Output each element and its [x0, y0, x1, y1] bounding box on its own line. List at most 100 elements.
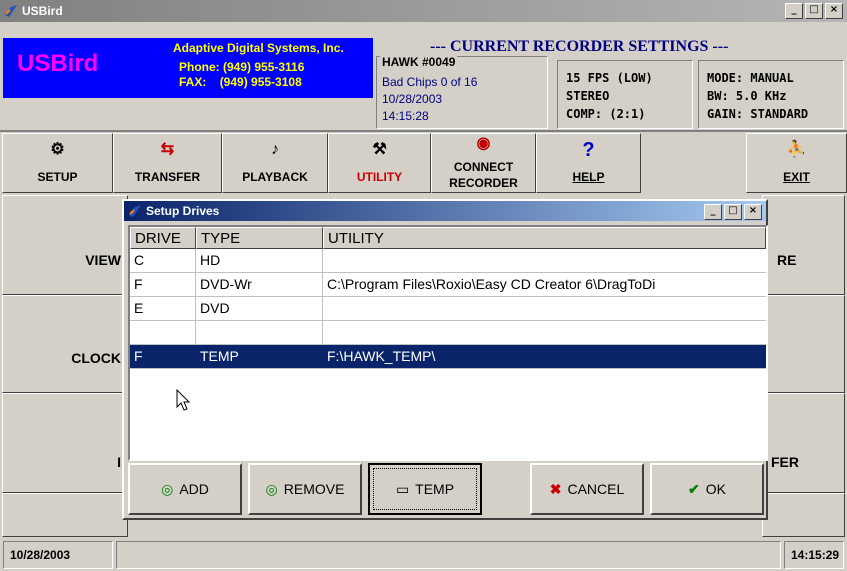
remove-button[interactable]: ◎ REMOVE	[248, 463, 362, 515]
disc-icon: ◎	[161, 480, 174, 497]
utility-button[interactable]: ⚒ UTILITY	[328, 133, 431, 193]
dialog-close-button[interactable]: ×	[744, 204, 762, 220]
right-extra-button[interactable]	[762, 493, 845, 537]
utility-cell	[323, 321, 766, 344]
bw-setting: BW: 5.0 KHz	[707, 89, 787, 103]
dialog-title: Setup Drives	[146, 204, 220, 218]
status-time: 14:15:29	[784, 541, 844, 569]
main-toolbar: ⚙ SETUP ⇆ TRANSFER ♪ PLAYBACK ⚒ UTILITY …	[0, 133, 847, 193]
setup-icon: ⚙	[50, 141, 65, 158]
playback-button[interactable]: ♪ PLAYBACK	[222, 133, 328, 193]
bird-icon	[129, 205, 141, 217]
utility-icon: ⚒	[372, 141, 387, 158]
table-row[interactable]: C HD	[130, 249, 766, 273]
drives-grid[interactable]: DRIVE TYPE UTILITY C HD F DVD-Wr C:\Prog…	[128, 225, 768, 461]
column-header-utility[interactable]: UTILITY	[323, 227, 766, 249]
recorder-info-box: HAWK #0049 Bad Chips 0 of 16 10/28/2003 …	[376, 55, 548, 129]
speaker-icon: ♪	[271, 141, 279, 158]
left-extra-button[interactable]	[2, 493, 128, 537]
right-bottom-label: FER	[771, 454, 799, 470]
exit-label: EXIT	[783, 170, 810, 184]
help-icon: ?	[582, 139, 595, 161]
ok-button[interactable]: ✔ OK	[650, 463, 764, 515]
bird-icon	[5, 5, 17, 17]
type-cell: TEMP	[196, 345, 323, 368]
view-label: VIEW	[85, 252, 121, 268]
table-row[interactable]	[130, 321, 766, 345]
add-button[interactable]: ◎ ADD	[128, 463, 242, 515]
bad-chips: Bad Chips 0 of 16	[382, 75, 478, 89]
gain-setting: GAIN: STANDARD	[707, 107, 809, 121]
phone-number: Phone: (949) 955-3116	[179, 60, 305, 74]
utility-cell: F:\HAWK_TEMP\	[327, 348, 436, 364]
cancel-label: CANCEL	[567, 481, 625, 497]
x-icon: ✖	[549, 480, 562, 497]
fax-number: FAX: (949) 955-3108	[179, 75, 302, 89]
type-cell: DVD-Wr	[196, 273, 323, 296]
drive-icon: ▭	[395, 480, 410, 497]
app-title: USBird	[22, 4, 63, 18]
exit-icon: ⛹	[786, 141, 807, 158]
connect-recorder-button[interactable]: ◉ CONNECT RECORDER	[431, 133, 536, 193]
right-top-label: RE	[777, 252, 797, 268]
drive-cell	[130, 321, 196, 344]
dialog-title-bar: Setup Drives _ □ ×	[124, 201, 766, 221]
dialog-minimize-button[interactable]: _	[704, 204, 722, 220]
app-title-bar: USBird _ □ ×	[0, 0, 847, 22]
temp-label: TEMP	[415, 481, 455, 497]
utility-cell	[323, 297, 766, 320]
setup-label: SETUP	[37, 170, 78, 184]
mouse-cursor-icon	[176, 389, 191, 411]
dialog-maximize-button[interactable]: □	[724, 204, 742, 220]
right-mid-button[interactable]	[762, 295, 845, 393]
settings-title: --- CURRENT RECORDER SETTINGS ---	[430, 38, 729, 55]
utility-cell: C:\Program Files\Roxio\Easy CD Creator 6…	[327, 276, 656, 292]
toolbar-spacer	[641, 133, 746, 193]
drive-cell: E	[130, 297, 196, 320]
maximize-button[interactable]: □	[805, 3, 823, 19]
add-label: ADD	[179, 481, 209, 497]
brand-banner: USBird Adaptive Digital Systems, Inc. Ph…	[3, 38, 373, 98]
exit-button[interactable]: ⛹ EXIT	[746, 133, 847, 193]
column-header-type[interactable]: TYPE	[196, 227, 323, 249]
comp-setting: COMP: (2:1)	[566, 107, 646, 121]
drive-cell: F	[130, 273, 196, 296]
status-date: 10/28/2003	[3, 541, 113, 569]
recorder-date: 10/28/2003	[382, 92, 443, 106]
table-row[interactable]: F DVD-Wr C:\Program Files\Roxio\Easy CD …	[130, 273, 766, 297]
minimize-button[interactable]: _	[785, 3, 803, 19]
cancel-button[interactable]: ✖ CANCEL	[530, 463, 644, 515]
clock-button[interactable]: CLOCK	[2, 295, 128, 393]
temp-button[interactable]: ▭ TEMP	[368, 463, 482, 515]
fax-label: FAX:	[179, 75, 207, 89]
transfer-icon: ⇆	[160, 141, 175, 158]
company-name: Adaptive Digital Systems, Inc.	[173, 41, 344, 55]
audio-settings-box: 15 FPS (LOW) STEREO COMP: (2:1)	[557, 60, 693, 129]
transfer-button[interactable]: ⇆ TRANSFER	[113, 133, 222, 193]
remove-label: REMOVE	[283, 481, 345, 497]
table-row-selected[interactable]: F TEMP F:\HAWK_TEMP\	[130, 345, 766, 369]
mode-settings-box: MODE: MANUAL BW: 5.0 KHz GAIN: STANDARD	[698, 60, 844, 129]
column-header-drive[interactable]: DRIVE	[130, 227, 196, 249]
utility-label: UTILITY	[356, 170, 403, 184]
left-bottom-button[interactable]: I	[2, 393, 128, 493]
status-bar: 10/28/2003 14:15:29	[0, 537, 847, 571]
setup-button[interactable]: ⚙ SETUP	[2, 133, 113, 193]
playback-label: PLAYBACK	[242, 170, 308, 184]
right-top-button[interactable]: RE	[762, 195, 845, 295]
table-row[interactable]: E DVD	[130, 297, 766, 321]
type-cell	[196, 321, 323, 344]
clock-label: CLOCK	[71, 350, 121, 366]
mode-setting: MODE: MANUAL	[707, 71, 794, 85]
close-button[interactable]: ×	[825, 3, 843, 19]
connect-label: CONNECT	[453, 160, 514, 174]
help-button[interactable]: ? HELP	[536, 133, 641, 193]
utility-cell	[323, 249, 766, 272]
drive-cell: C	[130, 249, 196, 272]
view-button[interactable]: VIEW	[2, 195, 128, 295]
right-bottom-button[interactable]: FER	[762, 393, 845, 493]
fax-value: (949) 955-3108	[219, 75, 302, 89]
checkmark-icon: ✔	[688, 480, 700, 497]
transfer-label: TRANSFER	[134, 170, 201, 184]
fps-setting: 15 FPS (LOW)	[566, 71, 653, 85]
